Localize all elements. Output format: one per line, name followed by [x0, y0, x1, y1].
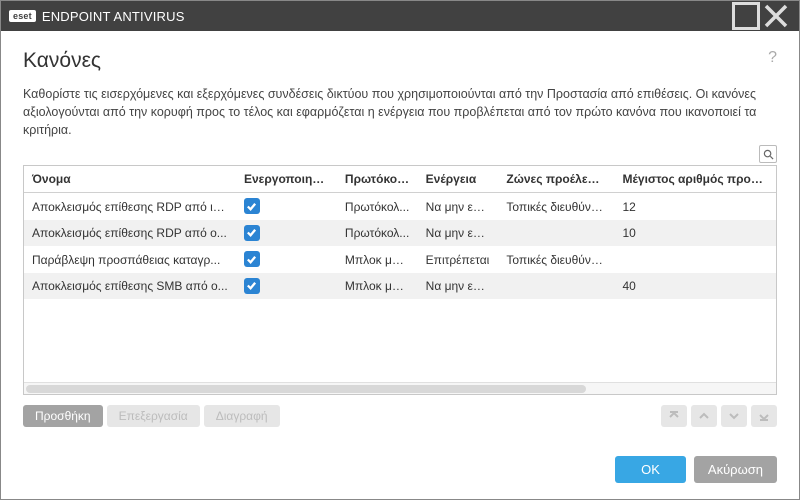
cell-action: Επιτρέπεται [418, 246, 499, 273]
rules-table-container: Όνομα Ενεργοποιημένο Πρωτόκολλο Ενέργεια… [23, 165, 777, 395]
cell-zone: Τοπικές διευθύνσε... [498, 246, 614, 273]
table-row[interactable]: Αποκλεισμός επίθεσης RDP από ιδ... Πρωτόκ… [24, 193, 776, 220]
move-down-button [721, 405, 747, 427]
ok-button[interactable]: OK [615, 456, 686, 483]
brand-logo: eset [9, 10, 36, 22]
cell-enabled[interactable] [236, 246, 337, 273]
edit-button: Επεξεργασία [107, 405, 200, 427]
cell-max: 12 [614, 193, 776, 220]
action-row: Προσθήκη Επεξεργασία Διαγραφή [23, 405, 777, 427]
cell-protocol: Μπλοκ μην... [337, 246, 418, 273]
col-header-zone[interactable]: Ζώνες προέλευσης [498, 166, 614, 193]
checkbox-checked-icon[interactable] [244, 225, 260, 241]
page-description: Καθορίστε τις εισερχόμενες και εξερχόμεν… [23, 85, 777, 139]
page-title: Κανόνες [23, 49, 101, 73]
minimize-button[interactable] [731, 1, 761, 31]
help-icon[interactable]: ? [768, 49, 777, 67]
col-header-action[interactable]: Ενέργεια [418, 166, 499, 193]
cell-enabled[interactable] [236, 193, 337, 220]
move-top-button [661, 405, 687, 427]
table-row[interactable]: Αποκλεισμός επίθεσης SMB από ο... Μπλοκ μ… [24, 273, 776, 300]
cell-max: 10 [614, 220, 776, 247]
close-button[interactable] [761, 1, 791, 31]
cell-action: Να μην επιτ... [418, 273, 499, 300]
cell-max: 40 [614, 273, 776, 300]
checkbox-checked-icon[interactable] [244, 198, 260, 214]
cell-enabled[interactable] [236, 220, 337, 247]
scrollbar-thumb[interactable] [26, 385, 586, 393]
cell-max [614, 246, 776, 273]
cell-action: Να μην επιτ... [418, 193, 499, 220]
cell-protocol: Πρωτόκολ... [337, 220, 418, 247]
cell-zone [498, 220, 614, 247]
cell-protocol: Μπλοκ μην... [337, 273, 418, 300]
rules-table: Όνομα Ενεργοποιημένο Πρωτόκολλο Ενέργεια… [24, 166, 776, 299]
cell-name: Αποκλεισμός επίθεσης RDP από ο... [24, 220, 236, 247]
titlebar: eset ENDPOINT ANTIVIRUS [1, 1, 799, 31]
cell-action: Να μην επιτ... [418, 220, 499, 247]
horizontal-scrollbar[interactable] [24, 382, 776, 394]
content-area: Κανόνες ? Καθορίστε τις εισερχόμενες και… [1, 31, 799, 456]
col-header-max[interactable]: Μέγιστος αριθμός προσπαθε [614, 166, 776, 193]
brand-text: ENDPOINT ANTIVIRUS [42, 9, 185, 24]
search-button[interactable] [759, 145, 777, 163]
col-header-protocol[interactable]: Πρωτόκολλο [337, 166, 418, 193]
cell-name: Αποκλεισμός επίθεσης RDP από ιδ... [24, 193, 236, 220]
checkbox-checked-icon[interactable] [244, 251, 260, 267]
delete-button: Διαγραφή [204, 405, 280, 427]
cell-enabled[interactable] [236, 273, 337, 300]
table-row[interactable]: Αποκλεισμός επίθεσης RDP από ο... Πρωτόκο… [24, 220, 776, 247]
cell-name: Παράβλεψη προσπάθειας καταγρ... [24, 246, 236, 273]
checkbox-checked-icon[interactable] [244, 278, 260, 294]
cell-protocol: Πρωτόκολ... [337, 193, 418, 220]
cell-zone [498, 273, 614, 300]
app-window: eset ENDPOINT ANTIVIRUS Κανόνες ? Καθορί… [0, 0, 800, 500]
add-button[interactable]: Προσθήκη [23, 405, 103, 427]
col-header-name[interactable]: Όνομα [24, 166, 236, 193]
cancel-button[interactable]: Ακύρωση [694, 456, 777, 483]
move-up-button [691, 405, 717, 427]
cell-name: Αποκλεισμός επίθεσης SMB από ο... [24, 273, 236, 300]
table-row[interactable]: Παράβλεψη προσπάθειας καταγρ... Μπλοκ μην… [24, 246, 776, 273]
brand: eset ENDPOINT ANTIVIRUS [9, 9, 185, 24]
dialog-footer: OK Ακύρωση [1, 456, 799, 499]
move-bottom-button [751, 405, 777, 427]
col-header-enabled[interactable]: Ενεργοποιημένο [236, 166, 337, 193]
cell-zone: Τοπικές διευθύνσε... [498, 193, 614, 220]
